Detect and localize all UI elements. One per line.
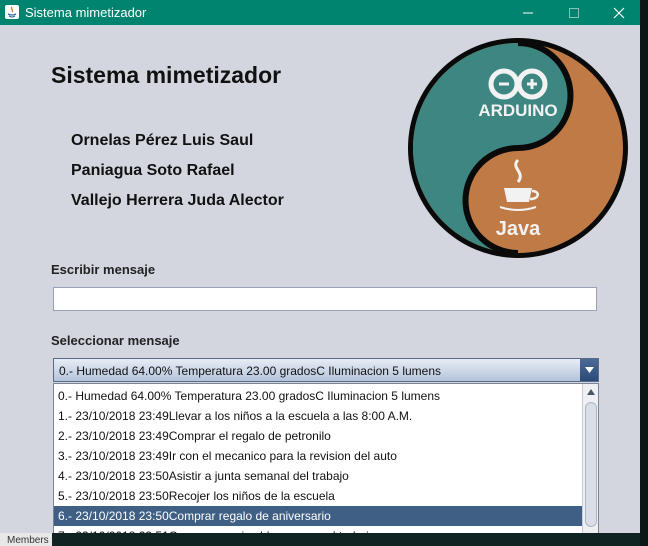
- close-button[interactable]: [596, 0, 640, 25]
- main-window: Sistema mimetizador Sistema mimetizador …: [0, 0, 640, 546]
- window-title: Sistema mimetizador: [25, 5, 147, 20]
- dropdown-option[interactable]: 4.- 23/10/2018 23:50Asistir a junta sema…: [54, 466, 582, 486]
- scroll-up-button[interactable]: [583, 386, 598, 398]
- message-input[interactable]: [53, 287, 597, 311]
- dropdown-option[interactable]: 3.- 23/10/2018 23:49Ir con el mecanico p…: [54, 446, 582, 466]
- arduino-java-logo: ARDUINO Java: [406, 36, 630, 260]
- page-title: Sistema mimetizador: [51, 62, 282, 88]
- close-icon: [613, 7, 625, 18]
- dropdown-scrollbar[interactable]: [582, 384, 598, 546]
- dropdown-arrow-button[interactable]: [580, 359, 598, 381]
- write-message-label: Escribir mensaje: [51, 262, 156, 277]
- chevron-down-icon: [584, 366, 594, 373]
- logo-java-text: Java: [496, 218, 541, 240]
- minimize-icon: [523, 12, 533, 13]
- background-strip: [640, 0, 648, 546]
- chevron-up-icon: [586, 389, 595, 395]
- logo-arduino-text: ARDUINO: [478, 101, 557, 120]
- dropdown-option[interactable]: 0.- Humedad 64.00% Temperatura 23.00 gra…: [54, 386, 582, 406]
- select-message-label: Seleccionar mensaje: [51, 333, 180, 348]
- taskbar: Members: [0, 533, 640, 546]
- minimize-button[interactable]: [505, 0, 551, 25]
- dropdown-option[interactable]: 2.- 23/10/2018 23:49Comprar el regalo de…: [54, 426, 582, 446]
- maximize-button[interactable]: [551, 0, 597, 25]
- select-value: 0.- Humedad 64.00% Temperatura 23.00 gra…: [59, 364, 441, 378]
- dropdown-option[interactable]: 1.- 23/10/2018 23:49Llevar a los niños a…: [54, 406, 582, 426]
- dropdown-option[interactable]: 5.- 23/10/2018 23:50Recojer los niños de…: [54, 486, 582, 506]
- message-select[interactable]: 0.- Humedad 64.00% Temperatura 23.00 gra…: [53, 358, 599, 382]
- author-name: Vallejo Herrera Juda Alector: [71, 192, 284, 209]
- title-bar[interactable]: Sistema mimetizador: [0, 0, 640, 25]
- dropdown-option-selected[interactable]: 6.- 23/10/2018 23:50Comprar regalo de an…: [54, 506, 582, 526]
- java-app-icon: [5, 5, 19, 19]
- maximize-icon: [569, 7, 579, 18]
- scroll-thumb[interactable]: [585, 402, 597, 527]
- dropdown-list[interactable]: 0.- Humedad 64.00% Temperatura 23.00 gra…: [53, 383, 599, 546]
- author-name: Paniagua Soto Rafael: [71, 162, 235, 179]
- taskbar-item[interactable]: Members: [0, 533, 52, 546]
- author-name: Ornelas Pérez Luis Saul: [71, 132, 254, 149]
